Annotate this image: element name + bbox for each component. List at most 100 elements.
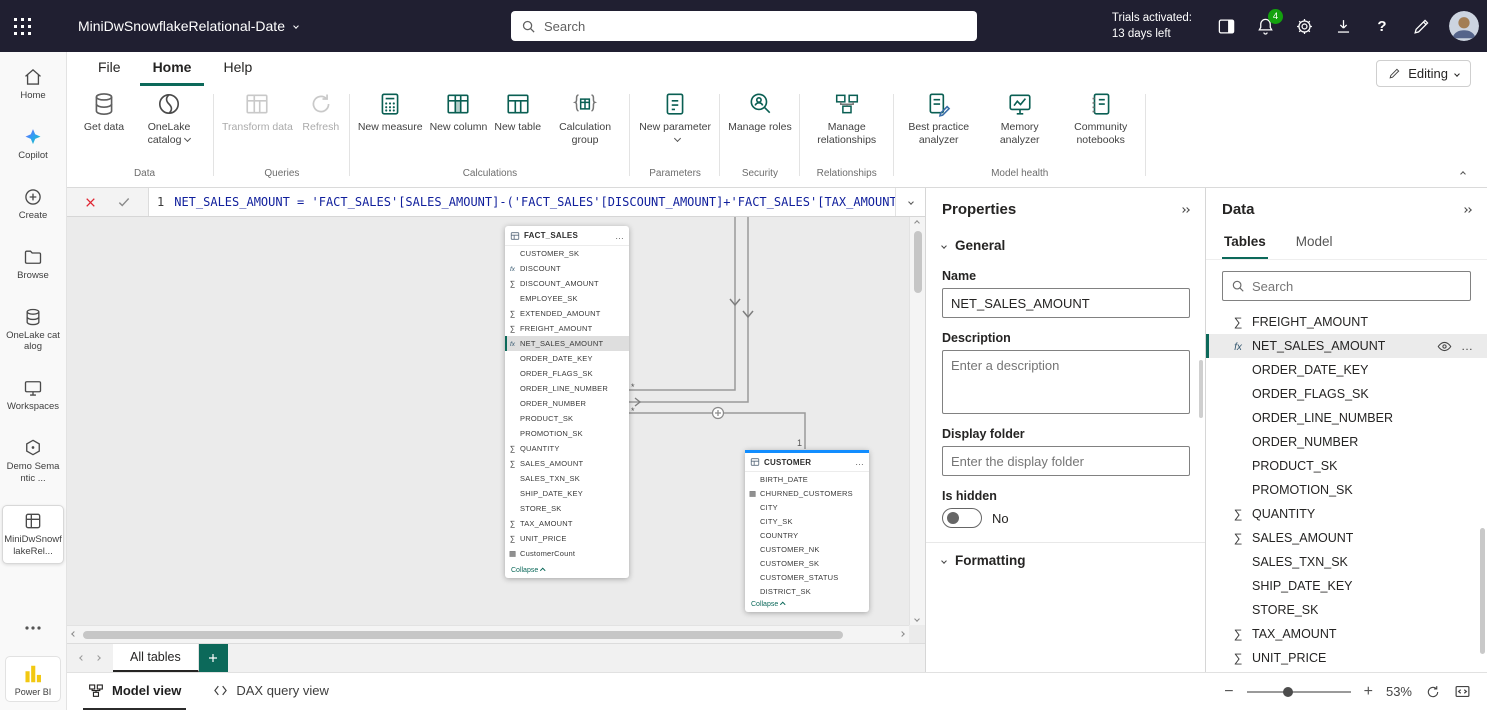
fit-to-screen-icon[interactable]: [1454, 683, 1471, 700]
eye-icon[interactable]: [1437, 339, 1452, 354]
collapse-table-link[interactable]: Collapse: [745, 598, 869, 612]
sidebar-item-workspaces[interactable]: Workspaces: [2, 373, 64, 418]
is-hidden-toggle[interactable]: [942, 508, 982, 528]
data-field-row[interactable]: NET_SALES_AMOUNT: [1206, 334, 1487, 358]
data-field-row[interactable]: ORDER_FLAGS_SK: [1206, 382, 1487, 406]
table-field-row[interactable]: CHURNED_CUSTOMERS: [745, 486, 869, 500]
collapse-ribbon-icon[interactable]: [1461, 163, 1465, 181]
tab-file[interactable]: File: [85, 52, 134, 86]
new-measure-button[interactable]: New measure: [355, 88, 426, 134]
table-header[interactable]: FACT_SALES: [505, 226, 629, 246]
data-field-row[interactable]: TAX_AMOUNT: [1206, 622, 1487, 646]
table-more-icon[interactable]: [615, 231, 624, 241]
data-field-row[interactable]: FREIGHT_AMOUNT: [1206, 310, 1487, 334]
table-field-row[interactable]: SHIP_DATE_KEY: [505, 486, 629, 501]
table-field-row[interactable]: CUSTOMER_SK: [505, 246, 629, 261]
data-field-row[interactable]: ORDER_NUMBER: [1206, 430, 1487, 454]
get-data-button[interactable]: Get data: [80, 88, 128, 134]
table-header[interactable]: CUSTOMER: [745, 450, 869, 472]
download-icon[interactable]: [1332, 15, 1354, 37]
tab-model[interactable]: Model: [1294, 228, 1335, 259]
table-field-row[interactable]: ORDER_FLAGS_SK: [505, 366, 629, 381]
user-avatar[interactable]: [1449, 11, 1479, 41]
refresh-button[interactable]: Refresh: [297, 88, 345, 134]
best-practice-analyzer-button[interactable]: Best practice analyzer: [899, 88, 979, 146]
scroll-down-icon[interactable]: [914, 616, 920, 622]
data-field-row[interactable]: PROMOTION_SK: [1206, 478, 1487, 502]
model-canvas[interactable]: * * 1 FACT_SALES: [67, 217, 925, 643]
canvas-horizontal-scrollbar[interactable]: [67, 625, 909, 643]
more-options-icon[interactable]: [1461, 339, 1473, 353]
scroll-right-icon[interactable]: [899, 631, 905, 637]
table-field-row[interactable]: PRODUCT_SK: [505, 411, 629, 426]
calculation-group-button[interactable]: Calculation group: [545, 88, 625, 146]
table-field-row[interactable]: ORDER_NUMBER: [505, 396, 629, 411]
notifications-bell-icon[interactable]: 4: [1254, 15, 1276, 37]
expand-formula-bar-icon[interactable]: [895, 188, 925, 216]
data-search-input[interactable]: [1252, 279, 1462, 294]
sidebar-item-demo-semantic[interactable]: Demo Semantic ...: [2, 433, 64, 490]
sidebar-item-create[interactable]: Create: [2, 182, 64, 227]
sidebar-item-home[interactable]: Home: [2, 62, 64, 107]
table-field-row[interactable]: DISTRICT_SK: [745, 584, 869, 598]
table-field-row[interactable]: CITY_SK: [745, 514, 869, 528]
sidebar-item-browse[interactable]: Browse: [2, 242, 64, 287]
sidebar-more-icon[interactable]: [21, 621, 45, 635]
zoom-in-icon[interactable]: +: [1364, 683, 1373, 701]
zoom-out-icon[interactable]: −: [1224, 683, 1233, 701]
scroll-up-icon[interactable]: [914, 220, 920, 226]
data-search[interactable]: [1222, 271, 1471, 301]
table-field-row[interactable]: BIRTH_DATE: [745, 472, 869, 486]
zoom-slider-handle[interactable]: [1283, 687, 1293, 697]
canvas-vertical-scrollbar[interactable]: [909, 217, 925, 625]
collapse-table-link[interactable]: Collapse: [505, 564, 629, 578]
display-folder-input[interactable]: [942, 446, 1190, 476]
app-launcher-icon[interactable]: [0, 18, 44, 35]
table-field-row[interactable]: ORDER_DATE_KEY: [505, 351, 629, 366]
table-field-row[interactable]: CUSTOMER_SK: [745, 556, 869, 570]
table-field-row[interactable]: CITY: [745, 500, 869, 514]
table-field-row[interactable]: QUANTITY: [505, 441, 629, 456]
add-layout-button[interactable]: [199, 644, 228, 672]
transform-data-button[interactable]: Transform data: [219, 88, 296, 134]
table-field-row[interactable]: PROMOTION_SK: [505, 426, 629, 441]
table-field-row[interactable]: COUNTRY: [745, 528, 869, 542]
table-field-row[interactable]: TAX_AMOUNT: [505, 516, 629, 531]
formula-input[interactable]: 1 NET_SALES_AMOUNT = 'FACT_SALES'[SALES_…: [149, 188, 895, 216]
data-field-row[interactable]: SHIP_DATE_KEY: [1206, 574, 1487, 598]
table-field-row[interactable]: SALES_TXN_SK: [505, 471, 629, 486]
new-parameter-button[interactable]: New parameter: [635, 88, 715, 146]
table-field-row[interactable]: CustomerCount: [505, 546, 629, 561]
manage-relationships-button[interactable]: Manage relationships: [805, 88, 889, 146]
model-view-tab[interactable]: Model view: [83, 673, 186, 710]
onelake-catalog-button[interactable]: OneLake catalog: [129, 88, 209, 146]
sidebar-item-minidw-workspace[interactable]: MiniDwSnowflakeRel...: [2, 505, 64, 564]
tab-tables[interactable]: Tables: [1222, 228, 1268, 259]
memory-analyzer-button[interactable]: Memory analyzer: [980, 88, 1060, 146]
settings-gear-icon[interactable]: [1293, 15, 1315, 37]
manage-roles-button[interactable]: Manage roles: [725, 88, 795, 134]
reset-zoom-icon[interactable]: [1425, 684, 1441, 700]
tab-help[interactable]: Help: [210, 52, 265, 86]
table-field-row[interactable]: UNIT_PRICE: [505, 531, 629, 546]
section-formatting[interactable]: Formatting: [926, 543, 1205, 578]
table-field-row[interactable]: ORDER_LINE_NUMBER: [505, 381, 629, 396]
name-input[interactable]: [942, 288, 1190, 318]
collapse-panel-icon[interactable]: [1463, 208, 1471, 212]
data-panel-scrollbar[interactable]: [1480, 528, 1485, 654]
search-input[interactable]: [544, 19, 967, 34]
collapse-panel-icon[interactable]: [1181, 208, 1189, 212]
data-field-row[interactable]: UNIT_PRICE: [1206, 646, 1487, 670]
table-field-row[interactable]: EXTENDED_AMOUNT: [505, 306, 629, 321]
table-card-fact-sales[interactable]: FACT_SALES CUSTOMER_SK: [505, 226, 629, 578]
power-bi-app-badge[interactable]: Power BI: [5, 656, 61, 702]
properties-scrollbar[interactable]: [1199, 360, 1203, 418]
new-column-button[interactable]: New column: [427, 88, 491, 134]
side-pane-icon[interactable]: [1215, 15, 1237, 37]
commit-formula-icon[interactable]: [117, 195, 131, 209]
table-more-icon[interactable]: [855, 457, 864, 467]
table-card-customer[interactable]: CUSTOMER BIRTH_DATE: [745, 450, 869, 612]
table-field-row[interactable]: FREIGHT_AMOUNT: [505, 321, 629, 336]
data-field-row[interactable]: SALES_AMOUNT: [1206, 526, 1487, 550]
data-field-row[interactable]: ORDER_LINE_NUMBER: [1206, 406, 1487, 430]
